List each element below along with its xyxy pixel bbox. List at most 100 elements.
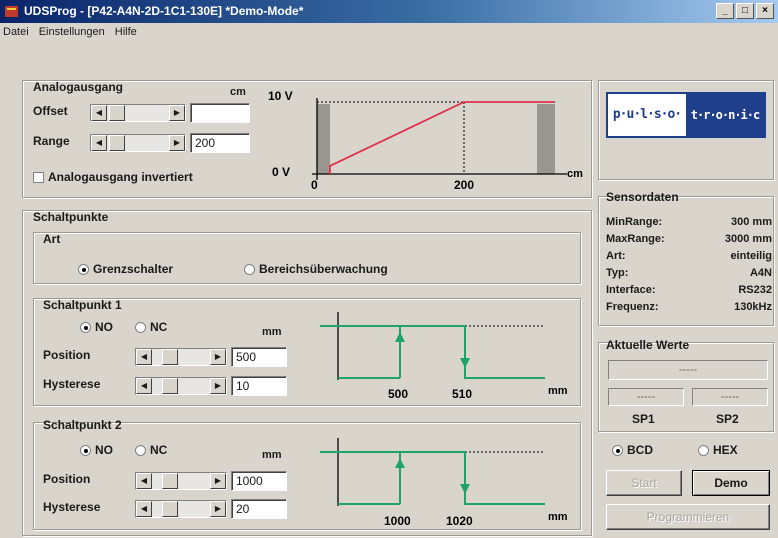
analog-unit: cm — [230, 86, 246, 98]
sp2-unit: mm — [262, 449, 282, 461]
sp2-position-label: Position — [43, 472, 91, 486]
sp1-hysterese-thumb[interactable] — [162, 378, 178, 394]
invert-checkbox[interactable]: Analogausgang invertiert — [33, 170, 193, 184]
close-button[interactable]: × — [756, 3, 774, 19]
radio-bcd[interactable]: BCD — [612, 443, 653, 457]
sensor-row: Interface: RS232 — [606, 284, 772, 298]
sp2-hysterese-scrollbar[interactable]: ◀ ▶ — [135, 500, 227, 518]
sp2-title: Schaltpunkt 2 — [43, 418, 122, 432]
sensor-key: Interface: — [606, 284, 656, 296]
sp1-hysterese-input[interactable]: 10 — [231, 376, 287, 396]
sp1-hysterese-scrollbar[interactable]: ◀ ▶ — [135, 377, 227, 395]
chart-x-mark-label: 200 — [454, 178, 474, 192]
sp2-chart-x2: 1020 — [446, 514, 473, 528]
sensor-row: Typ: A4N — [606, 267, 772, 281]
sp2-down-arrowhead-icon — [460, 484, 470, 494]
menu-hilfe[interactable]: Hilfe — [115, 23, 137, 41]
sp2-current-value: ----- — [692, 388, 768, 406]
radio-bereichsueberwachung[interactable]: Bereichsüberwachung — [244, 262, 388, 276]
sensor-row: MaxRange: 3000 mm — [606, 233, 772, 247]
demo-button[interactable]: Demo — [692, 470, 770, 496]
aktuelle-werte-title: Aktuelle Werte — [606, 338, 690, 352]
chart-y-top-label: 10 V — [268, 89, 293, 103]
sp2-radio-nc[interactable]: NC — [135, 443, 167, 457]
scroll-right-icon[interactable]: ▶ — [210, 501, 226, 517]
bcd-label: BCD — [627, 443, 653, 457]
scroll-right-icon[interactable]: ▶ — [210, 378, 226, 394]
bereichsueberwachung-label: Bereichsüberwachung — [259, 262, 388, 276]
range-label: Range — [33, 134, 70, 148]
sp1-chart-x2: 510 — [452, 387, 472, 401]
range-input[interactable]: 200 — [190, 133, 250, 153]
sp2-radio-no[interactable]: NO — [80, 443, 113, 457]
sp1-hysterese-label: Hysterese — [43, 377, 101, 391]
scroll-left-icon[interactable]: ◀ — [136, 473, 152, 489]
sp2-hysterese-input[interactable]: 20 — [231, 499, 287, 519]
offset-scrollbar[interactable]: ◀ ▶ — [90, 104, 186, 122]
chart-right-band — [537, 104, 555, 174]
radio-dot[interactable] — [80, 321, 91, 333]
sensor-value: 3000 mm — [724, 233, 772, 245]
scroll-right-icon[interactable]: ▶ — [169, 135, 185, 151]
scroll-left-icon[interactable]: ◀ — [136, 378, 152, 394]
range-scroll-thumb[interactable] — [109, 135, 125, 151]
logo-left-part: p·u·l·s·o· — [612, 107, 682, 122]
title-bar[interactable]: UDSProg - [P42-A4N-2D-1C1-130E] *Demo-Mo… — [0, 0, 778, 23]
scroll-left-icon[interactable]: ◀ — [136, 349, 152, 365]
range-scrollbar[interactable]: ◀ ▶ — [90, 134, 186, 152]
sensor-key: MaxRange: — [606, 233, 665, 245]
analog-chart: 10 V 0 V 0 200 cm — [268, 89, 583, 192]
scroll-left-icon[interactable]: ◀ — [91, 135, 107, 151]
art-group — [33, 232, 581, 284]
checkbox-box[interactable] — [33, 171, 44, 183]
sp1-chart: 500 510 mm — [320, 312, 568, 401]
radio-dot[interactable] — [612, 444, 623, 456]
sp2-hysterese-thumb[interactable] — [162, 501, 178, 517]
sp2-chart: 1000 1020 mm — [320, 438, 568, 528]
radio-dot[interactable] — [135, 444, 146, 456]
radio-dot[interactable] — [244, 263, 255, 275]
scroll-right-icon[interactable]: ▶ — [169, 105, 185, 121]
radio-hex[interactable]: HEX — [698, 443, 738, 457]
art-title: Art — [43, 232, 61, 246]
menu-datei[interactable]: Datei — [3, 23, 29, 41]
app-icon — [5, 6, 18, 17]
sp1-radio-nc[interactable]: NC — [135, 320, 167, 334]
scroll-left-icon[interactable]: ◀ — [136, 501, 152, 517]
radio-dot[interactable] — [698, 444, 709, 456]
logo-right-part: t·r·o·n·i·c — [686, 94, 764, 136]
analog-ramp-line — [329, 101, 554, 174]
radio-dot[interactable] — [135, 321, 146, 333]
radio-dot[interactable] — [78, 263, 89, 275]
pulsotronic-logo: p·u·l·s·o· t·r·o·n·i·c — [606, 92, 766, 138]
sp1-position-input[interactable]: 500 — [231, 347, 287, 367]
sp1-switch-line — [320, 325, 545, 379]
sp2-position-input[interactable]: 1000 — [231, 471, 287, 491]
radio-dot[interactable] — [80, 444, 91, 456]
sp1-down-arrowhead-icon — [460, 358, 470, 368]
maximize-button[interactable]: □ — [736, 3, 754, 19]
sp1-no-label: NO — [95, 320, 113, 334]
offset-input[interactable] — [190, 103, 250, 123]
scroll-left-icon[interactable]: ◀ — [91, 105, 107, 121]
offset-scroll-thumb[interactable] — [109, 105, 125, 121]
menu-bar: Datei Einstellungen Hilfe — [0, 23, 778, 41]
menu-einstellungen[interactable]: Einstellungen — [39, 23, 105, 41]
sp2-position-thumb[interactable] — [162, 473, 178, 489]
sp1-current-label: SP1 — [632, 412, 655, 426]
sp2-position-scrollbar[interactable]: ◀ ▶ — [135, 472, 227, 490]
scroll-right-icon[interactable]: ▶ — [210, 473, 226, 489]
minimize-button[interactable]: _ — [716, 3, 734, 19]
sensor-row: Art: einteilig — [606, 250, 772, 264]
sp1-radio-no[interactable]: NO — [80, 320, 113, 334]
sensor-row: MinRange: 300 mm — [606, 216, 772, 230]
scroll-right-icon[interactable]: ▶ — [210, 349, 226, 365]
chart-x-unit-label: cm — [567, 168, 583, 180]
sp1-position-scrollbar[interactable]: ◀ ▶ — [135, 348, 227, 366]
sp1-position-thumb[interactable] — [162, 349, 178, 365]
radio-grenzschalter[interactable]: Grenzschalter — [78, 262, 173, 276]
start-button[interactable]: Start — [606, 470, 682, 496]
grenzschalter-label: Grenzschalter — [93, 262, 174, 276]
programmieren-button[interactable]: Programmieren — [606, 504, 770, 530]
offset-label: Offset — [33, 104, 68, 118]
